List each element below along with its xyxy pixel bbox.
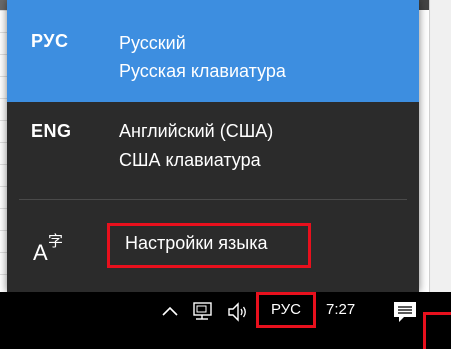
keyboard-layout-name: США клавиатура bbox=[119, 150, 261, 170]
language-code: ENG bbox=[31, 121, 72, 141]
language-option-english[interactable]: ENG Английский (США) США клавиатура bbox=[7, 102, 419, 204]
input-language-indicator[interactable]: РУС bbox=[256, 292, 316, 328]
action-center-icon[interactable] bbox=[388, 298, 422, 328]
svg-text:字: 字 bbox=[48, 232, 63, 250]
highlight-frame bbox=[423, 312, 451, 349]
taskbar-clock[interactable]: 7:27 bbox=[326, 301, 355, 318]
volume-icon[interactable] bbox=[226, 300, 250, 324]
language-settings-link[interactable]: Настройки языка bbox=[107, 223, 311, 268]
language-name: Русский bbox=[119, 33, 186, 53]
network-icon[interactable] bbox=[191, 300, 217, 324]
svg-text:A: A bbox=[33, 240, 48, 265]
language-code: РУС bbox=[31, 31, 69, 51]
language-name: Английский (США) bbox=[119, 121, 274, 141]
language-settings-row: A 字 Настройки языка bbox=[7, 200, 419, 292]
keyboard-layout-name: Русская клавиатура bbox=[119, 61, 286, 81]
chevron-up-icon[interactable] bbox=[160, 302, 180, 322]
language-option-russian[interactable]: РУС Русский Русская клавиатура bbox=[7, 0, 419, 102]
language-settings-icon: A 字 bbox=[31, 226, 71, 266]
taskbar: РУС 7:27 bbox=[0, 292, 451, 349]
background-scrollbar bbox=[429, 0, 451, 292]
language-flyout: РУС Русский Русская клавиатура ENG Англи… bbox=[7, 0, 419, 292]
